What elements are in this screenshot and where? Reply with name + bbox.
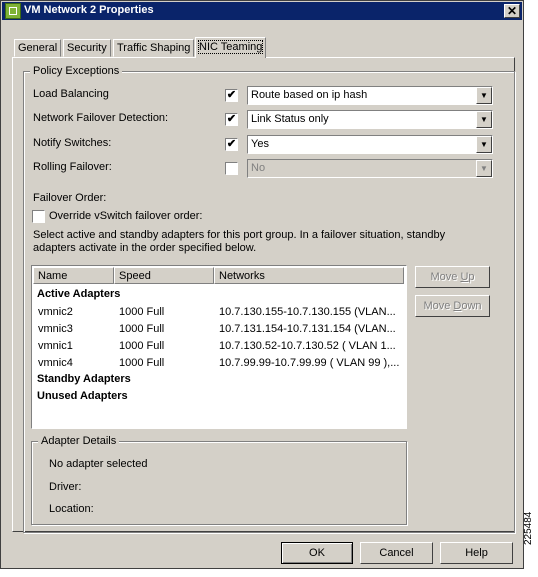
column-header-speed[interactable]: Speed	[114, 267, 214, 284]
adapter-networks: 10.7.130.155-10.7.130.155 (VLAN...	[219, 306, 396, 318]
policy-exceptions-title: Policy Exceptions	[30, 65, 123, 77]
load-balancing-value: Route based on ip hash	[251, 89, 368, 101]
failover-detection-label: Network Failover Detection:	[33, 112, 169, 124]
adapter-name: vmnic2	[38, 306, 73, 318]
adapter-name: vmnic3	[38, 323, 73, 335]
adapter-speed: 1000 Full	[119, 323, 165, 335]
tab-nic-teaming-label: NIC Teaming	[197, 40, 264, 54]
table-row[interactable]: vmnic4 1000 Full 10.7.99.99-10.7.99.99 (…	[33, 355, 405, 372]
adapter-networks: 10.7.99.99-10.7.99.99 ( VLAN 99 ),...	[219, 357, 400, 369]
tab-traffic-shaping[interactable]: Traffic Shaping	[113, 39, 195, 57]
notify-switches-label: Notify Switches:	[33, 137, 112, 149]
help-button[interactable]: Help	[440, 542, 513, 564]
failover-detection-select[interactable]: Link Status only ▼	[247, 110, 493, 129]
adapter-networks: 10.7.131.154-10.7.131.154 (VLAN...	[219, 323, 396, 335]
unused-adapters-header: Unused Adapters	[37, 390, 128, 402]
adapter-networks: 10.7.130.52-10.7.130.52 ( VLAN 1...	[219, 340, 396, 352]
rolling-failover-checkbox[interactable]	[225, 162, 238, 175]
adapter-name: vmnic4	[38, 357, 73, 369]
load-balancing-select[interactable]: Route based on ip hash ▼	[247, 86, 493, 105]
column-header-name[interactable]: Name	[33, 267, 114, 284]
chevron-down-icon: ▼	[476, 160, 492, 177]
override-failover-checkbox[interactable]	[32, 210, 45, 223]
failover-description: Select active and standby adapters for t…	[33, 229, 446, 254]
tab-traffic-shaping-label: Traffic Shaping	[117, 42, 191, 54]
figure-id: 225484	[523, 511, 534, 545]
adapters-list[interactable]: Name Speed Networks Active Adapters vmni…	[31, 265, 407, 429]
load-balancing-label: Load Balancing	[33, 88, 109, 100]
adapter-name: vmnic1	[38, 340, 73, 352]
move-down-button[interactable]: Move Down	[415, 295, 490, 317]
tab-nic-teaming[interactable]: NIC Teaming	[195, 37, 267, 58]
close-button[interactable]: ✕	[504, 4, 520, 18]
tab-security-label: Security	[67, 42, 107, 54]
column-header-networks[interactable]: Networks	[214, 267, 404, 284]
move-down-label-start: Move	[423, 300, 454, 312]
standby-adapters-header: Standby Adapters	[37, 373, 131, 385]
chevron-down-icon: ▼	[476, 87, 492, 104]
adapter-details-title: Adapter Details	[38, 435, 120, 447]
chevron-down-icon: ▼	[476, 111, 492, 128]
no-adapter-selected: No adapter selected	[49, 458, 148, 470]
move-down-label-end: own	[461, 300, 482, 312]
chevron-down-icon: ▼	[476, 136, 492, 153]
vm-network-icon	[5, 3, 21, 19]
tab-general-label: General	[18, 42, 58, 54]
override-failover-label: Override vSwitch failover order:	[49, 210, 203, 222]
location-label: Location:	[49, 503, 94, 515]
active-adapters-header: Active Adapters	[37, 288, 121, 300]
table-row[interactable]: vmnic2 1000 Full 10.7.130.155-10.7.130.1…	[33, 304, 405, 321]
move-up-label-start: Move	[430, 271, 461, 283]
load-balancing-checkbox[interactable]: ✔	[225, 89, 238, 102]
rolling-failover-value: No	[251, 162, 266, 174]
notify-switches-value: Yes	[251, 138, 269, 150]
table-row[interactable]: vmnic3 1000 Full 10.7.131.154-10.7.131.1…	[33, 321, 405, 338]
driver-label: Driver:	[49, 481, 82, 493]
title-bar[interactable]: VM Network 2 Properties ✕	[2, 2, 522, 20]
tab-general[interactable]: General	[14, 39, 62, 57]
adapter-speed: 1000 Full	[119, 340, 165, 352]
failover-order-label: Failover Order:	[33, 192, 107, 204]
failover-detection-checkbox[interactable]: ✔	[225, 113, 238, 126]
tab-security[interactable]: Security	[63, 39, 111, 57]
properties-dialog: VM Network 2 Properties ✕ General Securi…	[0, 0, 524, 569]
ok-button[interactable]: OK	[281, 542, 353, 564]
table-row[interactable]: vmnic1 1000 Full 10.7.130.52-10.7.130.52…	[33, 338, 405, 355]
notify-switches-checkbox[interactable]: ✔	[225, 138, 238, 151]
cancel-button[interactable]: Cancel	[360, 542, 433, 564]
window-title: VM Network 2 Properties	[24, 4, 154, 16]
rolling-failover-select[interactable]: No ▼	[247, 159, 493, 178]
move-up-label-end: p	[468, 271, 475, 283]
adapter-speed: 1000 Full	[119, 306, 165, 318]
move-up-button[interactable]: Move Up	[415, 266, 490, 288]
adapter-speed: 1000 Full	[119, 357, 165, 369]
failover-detection-value: Link Status only	[251, 113, 329, 125]
notify-switches-select[interactable]: Yes ▼	[247, 135, 493, 154]
rolling-failover-label: Rolling Failover:	[33, 161, 112, 173]
